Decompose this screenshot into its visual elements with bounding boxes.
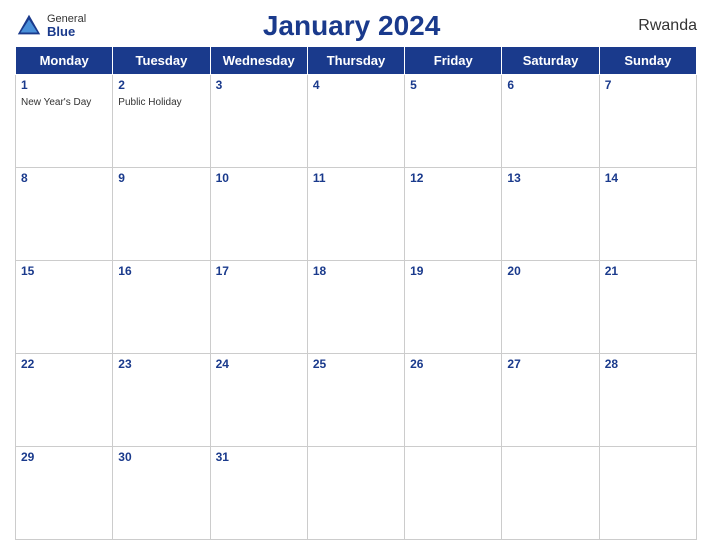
day-number: 4 [313,78,399,92]
day-number: 6 [507,78,593,92]
day-event: Public Holiday [118,97,181,108]
logo-text: General Blue [47,13,86,39]
calendar-day-cell: 24 [210,354,307,447]
day-number: 11 [313,171,399,185]
day-number: 19 [410,264,496,278]
calendar-day-cell: 31 [210,447,307,540]
day-number: 12 [410,171,496,185]
day-number: 5 [410,78,496,92]
calendar-day-cell: 7 [599,75,696,168]
calendar-day-cell: 2 Public Holiday [113,75,210,168]
calendar-day-cell: 25 [307,354,404,447]
day-event: New Year's Day [21,97,91,108]
calendar-day-cell: 13 [502,168,599,261]
calendar-day-cell: 14 [599,168,696,261]
calendar-table: MondayTuesdayWednesdayThursdayFridaySatu… [15,46,697,540]
day-number: 15 [21,264,107,278]
logo-blue-label: Blue [47,25,86,39]
day-number: 29 [21,450,107,464]
calendar-day-cell: 21 [599,261,696,354]
weekday-header-monday: Monday [16,47,113,75]
calendar-day-cell: 20 [502,261,599,354]
calendar-day-cell: 29 [16,447,113,540]
calendar-week-row: 1 New Year's Day 2 Public Holiday 34567 [16,75,697,168]
calendar-day-cell: 5 [405,75,502,168]
calendar-day-cell [405,447,502,540]
calendar-week-row: 22 23 24 25 26 27 28 [16,354,697,447]
day-number: 1 [21,78,107,92]
day-number: 31 [216,450,302,464]
calendar-week-row: 15 16 17 18 19 20 21 [16,261,697,354]
day-number: 30 [118,450,204,464]
weekday-header-friday: Friday [405,47,502,75]
day-number: 26 [410,357,496,371]
day-number: 14 [605,171,691,185]
top-bar: General Blue January 2024 Rwanda [15,10,697,42]
logo-icon [15,12,43,40]
calendar-day-cell: 8 [16,168,113,261]
day-number: 10 [216,171,302,185]
calendar-day-cell: 6 [502,75,599,168]
day-number: 18 [313,264,399,278]
day-number: 13 [507,171,593,185]
day-number: 3 [216,78,302,92]
calendar-title: January 2024 [86,10,617,42]
day-number: 23 [118,357,204,371]
weekday-header-wednesday: Wednesday [210,47,307,75]
calendar-day-cell: 28 [599,354,696,447]
calendar-day-cell [307,447,404,540]
day-number: 28 [605,357,691,371]
day-number: 2 [118,78,204,92]
calendar-day-cell: 16 [113,261,210,354]
day-number: 8 [21,171,107,185]
calendar-day-cell: 23 [113,354,210,447]
day-number: 16 [118,264,204,278]
calendar-day-cell: 1 New Year's Day [16,75,113,168]
calendar-day-cell: 4 [307,75,404,168]
weekday-header-sunday: Sunday [599,47,696,75]
calendar-day-cell [599,447,696,540]
calendar-day-cell: 9 [113,168,210,261]
day-number: 20 [507,264,593,278]
calendar-day-cell: 19 [405,261,502,354]
calendar-day-cell: 11 [307,168,404,261]
calendar-day-cell: 3 [210,75,307,168]
calendar-day-cell: 27 [502,354,599,447]
calendar-day-cell: 10 [210,168,307,261]
day-number: 22 [21,357,107,371]
weekday-header-row: MondayTuesdayWednesdayThursdayFridaySatu… [16,47,697,75]
calendar-day-cell: 18 [307,261,404,354]
calendar-day-cell: 26 [405,354,502,447]
calendar-week-row: 29 30 31 [16,447,697,540]
weekday-header-tuesday: Tuesday [113,47,210,75]
calendar-day-cell: 12 [405,168,502,261]
day-number: 24 [216,357,302,371]
day-number: 25 [313,357,399,371]
calendar-day-cell: 30 [113,447,210,540]
calendar-day-cell: 15 [16,261,113,354]
day-number: 9 [118,171,204,185]
day-number: 21 [605,264,691,278]
country-name: Rwanda [617,17,697,35]
day-number: 17 [216,264,302,278]
day-number: 27 [507,357,593,371]
calendar-day-cell: 17 [210,261,307,354]
logo: General Blue [15,12,86,40]
calendar-day-cell [502,447,599,540]
weekday-header-thursday: Thursday [307,47,404,75]
day-number: 7 [605,78,691,92]
calendar-week-row: 89 10 11 12 13 14 [16,168,697,261]
weekday-header-saturday: Saturday [502,47,599,75]
calendar-day-cell: 22 [16,354,113,447]
